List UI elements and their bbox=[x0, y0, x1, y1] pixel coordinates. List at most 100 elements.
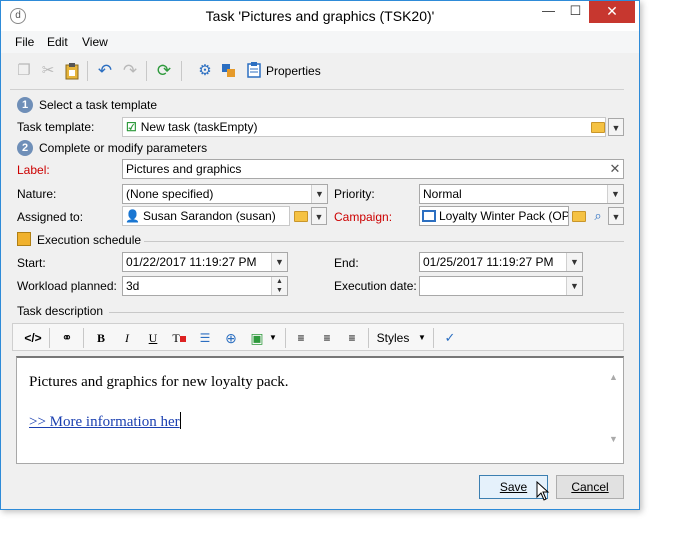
menu-view[interactable]: View bbox=[82, 35, 108, 49]
section-divider bbox=[109, 312, 624, 313]
styles-dropdown-arrow-icon[interactable]: ▼ bbox=[417, 329, 427, 347]
maximize-button[interactable]: ☐ bbox=[562, 1, 589, 23]
task-template-value: New task (taskEmpty) bbox=[140, 120, 258, 134]
scroll-up-icon[interactable]: ▲ bbox=[609, 372, 618, 382]
bold-icon[interactable]: B bbox=[93, 329, 109, 347]
label-input[interactable]: Pictures and graphics bbox=[122, 159, 624, 179]
image-icon[interactable]: ▣ bbox=[248, 329, 266, 347]
end-date-dropdown[interactable]: ▼ bbox=[566, 253, 582, 271]
spell-check-icon[interactable]: ✓ bbox=[441, 329, 459, 347]
minimize-button[interactable]: — bbox=[535, 1, 562, 23]
settings-icon[interactable]: ⚙ bbox=[196, 62, 214, 80]
source-code-icon[interactable]: </> bbox=[23, 329, 43, 347]
checkbox-icon: ☑ bbox=[126, 120, 137, 134]
workflow-icon[interactable] bbox=[220, 62, 238, 80]
user-icon: 👤 bbox=[125, 209, 140, 223]
mouse-pointer-icon bbox=[536, 481, 550, 501]
priority-dropdown[interactable]: ▼ bbox=[607, 185, 623, 203]
italic-icon[interactable]: I bbox=[119, 329, 135, 347]
description-editor[interactable]: Pictures and graphics for new loyalty pa… bbox=[16, 356, 624, 464]
assigned-to-field[interactable]: 👤 Susan Sarandon (susan) bbox=[122, 206, 290, 226]
end-date-input[interactable]: 01/25/2017 11:19:27 PM bbox=[419, 252, 583, 272]
properties-button[interactable]: Properties bbox=[266, 64, 321, 78]
workload-value: 3d bbox=[126, 279, 140, 293]
image-dropdown-icon[interactable]: ▼ bbox=[268, 329, 278, 347]
toolbar: ❐ ✂ ↶ ↷ ⟳ ⚙ Properties bbox=[1, 55, 639, 87]
workload-label: Workload planned: bbox=[17, 279, 117, 293]
calendar-icon bbox=[17, 232, 31, 246]
nature-value: (None specified) bbox=[126, 187, 214, 201]
toolbar-separator bbox=[83, 328, 84, 348]
styles-dropdown[interactable]: Styles bbox=[375, 329, 411, 347]
assigned-to-label: Assigned to: bbox=[17, 210, 84, 224]
clear-icon[interactable]: ✕ bbox=[607, 160, 623, 178]
start-date-input[interactable]: 01/22/2017 11:19:27 PM bbox=[122, 252, 288, 272]
folder-icon[interactable] bbox=[572, 211, 586, 222]
campaign-label: Campaign: bbox=[334, 210, 393, 224]
description-text: Pictures and graphics for new loyalty pa… bbox=[29, 374, 289, 390]
more-info-link[interactable]: >> More information her bbox=[29, 412, 181, 431]
execution-date-dropdown[interactable]: ▼ bbox=[566, 277, 582, 295]
undo-icon[interactable]: ↶ bbox=[96, 62, 114, 80]
editor-scrollbar[interactable]: ▲ ▼ bbox=[606, 358, 623, 462]
menu-edit[interactable]: Edit bbox=[47, 35, 68, 49]
workload-input[interactable]: 3d bbox=[122, 276, 288, 296]
step-1-badge: 1 bbox=[17, 97, 33, 113]
toolbar-separator bbox=[49, 328, 50, 348]
paste-icon[interactable] bbox=[63, 62, 81, 80]
close-button[interactable]: ✕ bbox=[589, 1, 635, 23]
toolbar-separator bbox=[285, 328, 286, 348]
toolbar-separator bbox=[87, 61, 88, 81]
redo-icon[interactable]: ↷ bbox=[121, 62, 139, 80]
campaign-field[interactable]: Loyalty Winter Pack (OP bbox=[419, 206, 569, 226]
step-2-badge: 2 bbox=[17, 140, 33, 156]
assigned-to-value: Susan Sarandon (susan) bbox=[142, 209, 276, 223]
folder-icon[interactable] bbox=[294, 211, 308, 222]
cut-icon[interactable]: ✂ bbox=[39, 62, 57, 80]
execution-date-input[interactable] bbox=[419, 276, 583, 296]
editor-toolbar: </> ⚭ B I U T ☰ ⊕ ▣ ▼ ≡ ≡ ≡ Styles ▼ ✓ bbox=[12, 323, 624, 351]
task-template-dropdown[interactable]: ▼ bbox=[608, 118, 624, 136]
link-icon[interactable]: ⊕ bbox=[222, 329, 240, 347]
task-template-label: Task template: bbox=[17, 120, 95, 134]
step-2-title: Complete or modify parameters bbox=[39, 141, 208, 155]
start-date-value: 01/22/2017 11:19:27 PM bbox=[126, 255, 257, 269]
copy-icon[interactable]: ❐ bbox=[15, 62, 33, 80]
task-template-field[interactable]: ☑ New task (taskEmpty) bbox=[122, 117, 606, 137]
end-date-value: 01/25/2017 11:19:27 PM bbox=[423, 255, 554, 269]
underline-icon[interactable]: U bbox=[145, 329, 161, 347]
folder-icon[interactable] bbox=[591, 122, 605, 133]
start-date-dropdown[interactable]: ▼ bbox=[271, 253, 287, 271]
cancel-button[interactable]: Cancel bbox=[556, 475, 624, 499]
section-divider bbox=[144, 241, 624, 242]
campaign-dropdown[interactable]: ▼ bbox=[608, 207, 624, 225]
text-cursor bbox=[179, 412, 181, 429]
toolbar-separator bbox=[181, 61, 182, 81]
list-icon[interactable]: ☰ bbox=[196, 329, 214, 347]
title-bar: d Task 'Pictures and graphics (TSK20)' —… bbox=[1, 1, 639, 31]
search-icon[interactable]: ⌕ bbox=[589, 207, 607, 225]
align-left-icon[interactable]: ≡ bbox=[293, 329, 309, 347]
divider bbox=[10, 89, 624, 90]
priority-select[interactable]: Normal bbox=[419, 184, 624, 204]
menu-file[interactable]: File bbox=[15, 35, 34, 49]
cancel-button-label: Cancel bbox=[571, 480, 609, 494]
align-right-icon[interactable]: ≡ bbox=[344, 329, 360, 347]
save-button-label: Save bbox=[499, 480, 528, 494]
assigned-to-dropdown[interactable]: ▼ bbox=[311, 207, 327, 225]
nature-select[interactable]: (None specified) bbox=[122, 184, 328, 204]
properties-icon[interactable] bbox=[245, 62, 263, 80]
task-dialog: d Task 'Pictures and graphics (TSK20)' —… bbox=[0, 0, 640, 510]
task-description-title: Task description bbox=[17, 304, 104, 318]
text-color-icon[interactable]: T bbox=[170, 329, 188, 347]
binoculars-icon[interactable]: ⚭ bbox=[57, 329, 77, 347]
scroll-down-icon[interactable]: ▼ bbox=[609, 434, 618, 444]
workload-spinner[interactable]: ▲ ▼ bbox=[271, 277, 287, 295]
refresh-icon[interactable]: ⟳ bbox=[155, 62, 173, 80]
toolbar-separator bbox=[368, 328, 369, 348]
priority-value: Normal bbox=[423, 187, 462, 201]
align-center-icon[interactable]: ≡ bbox=[319, 329, 335, 347]
campaign-value: Loyalty Winter Pack (OP bbox=[439, 209, 569, 223]
end-label: End: bbox=[334, 256, 359, 270]
nature-dropdown[interactable]: ▼ bbox=[311, 185, 327, 203]
